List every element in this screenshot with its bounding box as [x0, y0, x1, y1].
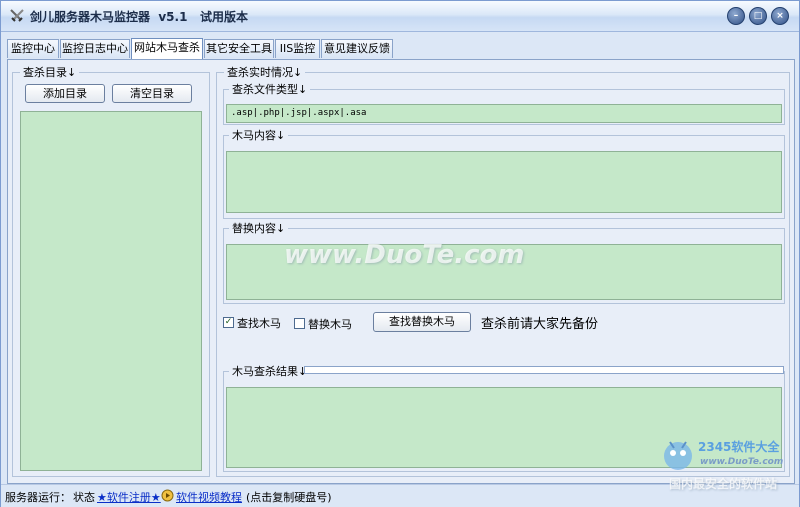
copy-disk-id-hint[interactable]: (点击复制硬盘号) [246, 489, 332, 505]
video-tutorial-link[interactable]: 软件视频教程 [176, 489, 242, 505]
maximize-button[interactable]: □ [749, 7, 767, 25]
title-bar[interactable]: 剑儿服务器木马监控器 v5.1 试用版本 – □ × [1, 1, 799, 32]
backup-notice: 查杀前请大家先备份 [481, 317, 599, 332]
realtime-scan-legend: 查杀实时情况↓ [224, 66, 306, 79]
app-sword-icon [10, 9, 24, 22]
2345-logo-watermark: 2345软件大全 www.DuoTe.com [658, 432, 794, 480]
replace-content-legend: 替换内容↓ [229, 222, 289, 235]
find-trojan-checkbox[interactable]: ✓ [223, 317, 234, 328]
tab-feedback[interactable]: 意见建议反馈 [321, 39, 393, 58]
scan-directory-legend: 查杀目录↓ [20, 66, 80, 79]
file-types-legend: 查杀文件类型↓ [229, 83, 311, 96]
trojan-content-legend: 木马内容↓ [229, 129, 289, 142]
file-types-input[interactable]: .asp|.php|.jsp|.aspx|.asa [226, 104, 782, 123]
main-window: 剑儿服务器木马监控器 v5.1 试用版本 – □ × 监控中心 监控日志中心 网… [0, 0, 800, 507]
tab-website-trojan-scan[interactable]: 网站木马查杀 [131, 38, 203, 59]
scan-results-legend: 木马查杀结果↓ [229, 365, 311, 378]
mascot-icon [664, 441, 692, 470]
scan-directory-group: 查杀目录↓ 添加目录 清空目录 [12, 66, 210, 477]
scan-progress-bar [304, 366, 784, 374]
video-icon [161, 489, 174, 502]
close-button[interactable]: × [771, 7, 789, 25]
duote-watermark: www.DuoTe.com [284, 240, 525, 270]
status-bar: 服务器运行： 状态 ★软件注册★ 软件视频教程 (点击复制硬盘号) 国内最安全的… [1, 477, 799, 507]
logo-url-text: www.DuoTe.com [700, 457, 784, 467]
minimize-button[interactable]: – [727, 7, 745, 25]
clear-directory-button[interactable]: 清空目录 [112, 84, 192, 103]
logo-2345-text: 2345软件大全 [698, 440, 780, 454]
tab-iis-monitor[interactable]: IIS监控 [275, 39, 320, 58]
tab-content-panel: 查杀目录↓ 添加目录 清空目录 查杀实时情况↓ 查杀文件类型↓ .asp|.ph… [7, 59, 795, 484]
tab-monitor-log-center[interactable]: 监控日志中心 [60, 39, 130, 58]
find-replace-trojan-button[interactable]: 查找替换木马 [373, 312, 471, 332]
window-title: 剑儿服务器木马监控器 v5.1 试用版本 [30, 10, 248, 24]
bottom-watermark-text: 国内最安全的软件站 [669, 477, 778, 491]
register-link[interactable]: ★软件注册★ [97, 489, 161, 505]
trojan-content-group: 木马内容↓ [223, 129, 785, 219]
file-types-group: 查杀文件类型↓ .asp|.php|.jsp|.aspx|.asa [223, 83, 785, 125]
replace-trojan-label[interactable]: 替换木马 [308, 316, 352, 332]
tab-other-security-tools[interactable]: 其它安全工具 [204, 39, 274, 58]
trojan-content-textarea[interactable] [226, 151, 782, 213]
realtime-scan-group: 查杀实时情况↓ 查杀文件类型↓ .asp|.php|.jsp|.aspx|.as… [216, 66, 790, 477]
directory-list[interactable] [20, 111, 202, 471]
add-directory-button[interactable]: 添加目录 [25, 84, 105, 103]
find-trojan-label[interactable]: 查找木马 [237, 315, 281, 331]
status-label: 状态 [73, 491, 95, 504]
server-status-label: 服务器运行： [5, 491, 71, 504]
replace-trojan-checkbox[interactable] [294, 318, 305, 329]
tab-monitor-center[interactable]: 监控中心 [7, 39, 59, 58]
